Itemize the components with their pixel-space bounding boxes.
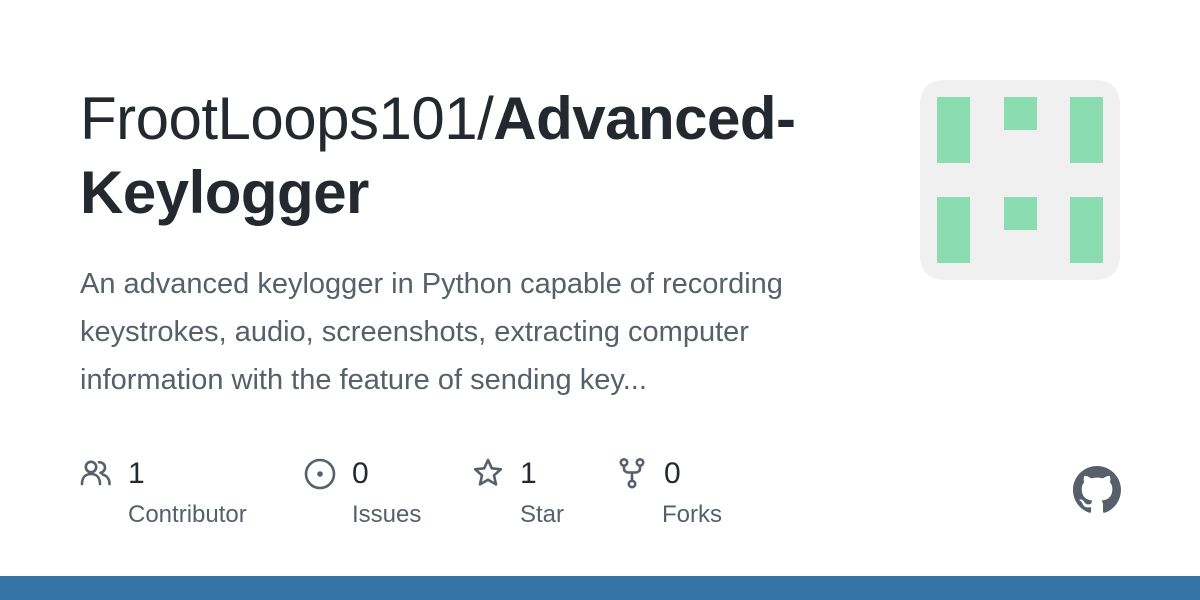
- identicon-block: [1070, 197, 1103, 263]
- identicon-block: [937, 197, 970, 263]
- language-bar: [0, 576, 1200, 600]
- forks-count: 0: [664, 457, 681, 490]
- repo-description: An advanced keylogger in Python capable …: [80, 268, 783, 396]
- identicon-block: [1070, 97, 1103, 163]
- repo-name-part-2: Keylogger: [80, 159, 369, 226]
- contributors-count: 1: [128, 457, 145, 490]
- forks-label: Forks: [662, 501, 722, 528]
- identicon-block: [1004, 197, 1037, 230]
- stars-count: 1: [520, 457, 537, 490]
- issues-count: 0: [352, 457, 369, 490]
- identicon-block: [937, 97, 970, 163]
- issue-opened-icon: [304, 458, 336, 490]
- repo-title: FrootLoops101/Advanced- Keylogger: [80, 82, 860, 230]
- repo-owner: FrootLoops101/: [80, 85, 494, 152]
- owner-avatar: [920, 80, 1120, 280]
- repo-forked-icon: [619, 457, 645, 489]
- identicon-block: [1004, 97, 1037, 130]
- people-icon: [80, 460, 111, 486]
- identicon: [937, 97, 1103, 263]
- star-icon: [473, 458, 503, 486]
- issues-label: Issues: [352, 501, 422, 528]
- contributors-label: Contributor: [128, 501, 247, 528]
- repo-name-part-1: Advanced-: [493, 85, 796, 152]
- stars-label: Star: [520, 501, 565, 528]
- github-logo-icon[interactable]: [1073, 466, 1121, 514]
